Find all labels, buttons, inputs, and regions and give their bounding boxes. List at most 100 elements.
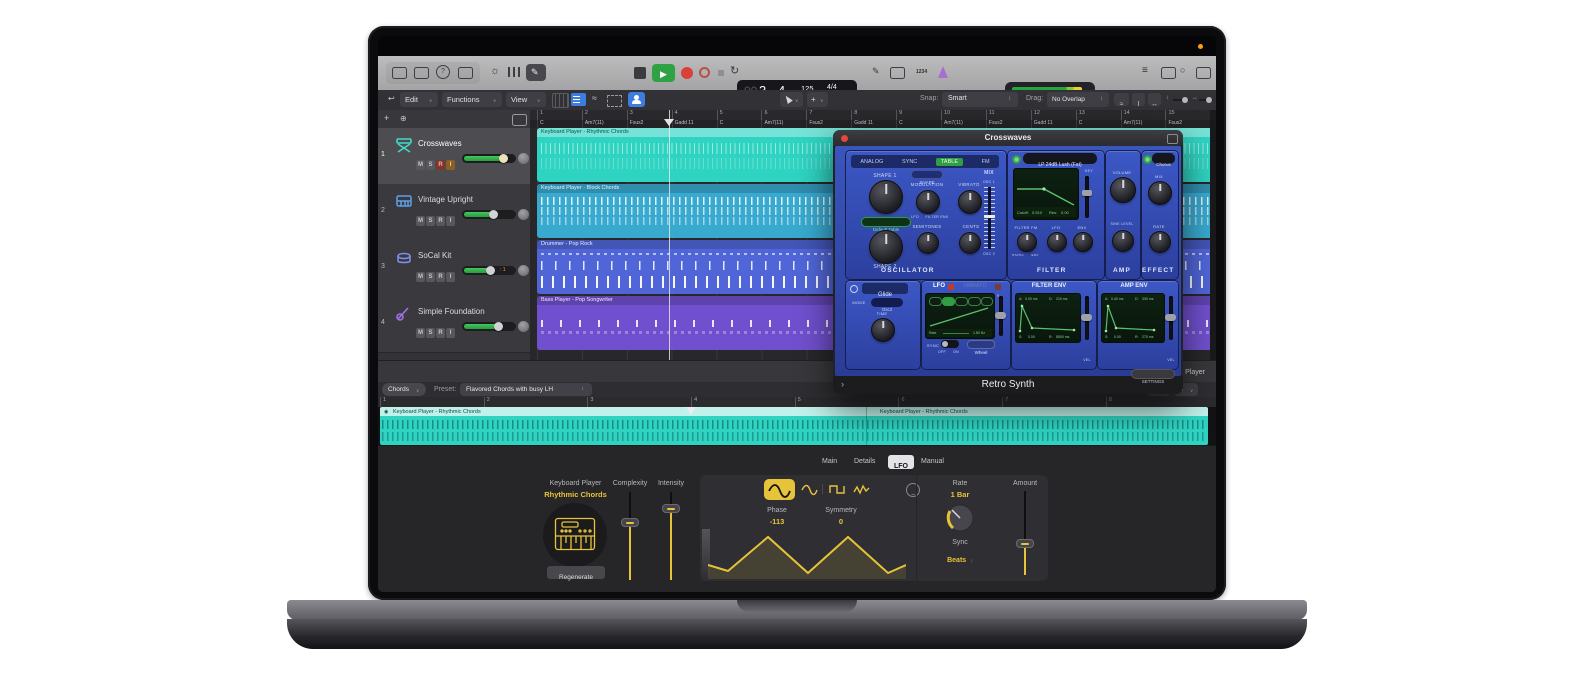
record-enable-button[interactable]: R [436, 216, 445, 226]
toolbar-icon[interactable] [458, 67, 473, 79]
effect-mix-knob[interactable] [1148, 181, 1172, 205]
key-slider[interactable] [1085, 176, 1089, 218]
complexity-thumb[interactable] [621, 518, 639, 527]
solo-button[interactable]: S [426, 160, 435, 170]
library-icon[interactable] [392, 67, 407, 79]
vibrato-rec-badge[interactable]: R [995, 284, 1001, 298]
editor-region-body[interactable] [380, 416, 1208, 445]
intensity-thumb[interactable] [662, 504, 680, 513]
lfo-wave-3[interactable] [955, 297, 968, 306]
solo-button[interactable]: S [426, 272, 435, 282]
filter-display[interactable]: Cutoff: 0.510 Res: 0.00 [1013, 168, 1079, 220]
mute-button[interactable]: M [416, 216, 425, 226]
input-monitor-button[interactable]: I [446, 160, 455, 170]
lfo-rate-row[interactable]: Rate 1.80 Hz [927, 329, 992, 337]
filter-type-select[interactable]: LP 24dB Lush (Fat) [1023, 153, 1097, 168]
count-in-icon[interactable]: 1234 [916, 69, 927, 75]
hzoom-slider[interactable] [1199, 97, 1213, 103]
note-pads-icon[interactable] [1161, 67, 1176, 79]
vzoom-slider[interactable] [1173, 97, 1189, 103]
lfo-rec-badge[interactable]: R [948, 284, 954, 298]
default-table-button[interactable]: Default Table [861, 217, 911, 232]
fenv-vel-thumb[interactable] [1081, 314, 1092, 321]
link-icon[interactable] [1167, 134, 1178, 144]
marquee-icon[interactable] [607, 95, 622, 107]
loop-browser-icon[interactable]: ○ [1180, 65, 1185, 75]
pan-knob[interactable] [518, 265, 529, 276]
volume-knob[interactable] [1110, 177, 1136, 203]
effect-power-icon[interactable] [1143, 155, 1152, 164]
lfo-tab[interactable]: LFO [933, 283, 945, 289]
volume-slider[interactable] [462, 210, 516, 219]
preset-select[interactable]: Flavored Chords with busy LH ↕ [460, 383, 592, 396]
quick-help-icon[interactable]: ? [436, 65, 450, 79]
lfo-wheel-button[interactable]: Wheel [967, 340, 995, 355]
arrange-ruler[interactable]: 12345678910111213141516 [530, 110, 1216, 120]
editor-ruler[interactable]: 12345678 [378, 397, 1216, 407]
filter-lfo-knob[interactable] [1047, 232, 1067, 252]
metronome-icon[interactable] [938, 66, 948, 78]
pencil-icon[interactable]: ✎ [872, 66, 880, 77]
glide-time-knob[interactable] [871, 318, 895, 342]
lfo-display[interactable]: Rate 1.80 Hz [925, 293, 995, 339]
view-menu[interactable]: View ∨ [506, 92, 546, 107]
lfo-wave-2-selected[interactable] [942, 297, 955, 306]
cents-knob[interactable] [959, 232, 981, 254]
functions-menu[interactable]: Functions ∨ [442, 92, 502, 107]
lfo-sync-toggle[interactable] [941, 340, 959, 348]
amp-env-display[interactable]: A: 0.40 ms D: 300 ms S: 0.00 R: 270 ms [1101, 293, 1165, 343]
volume-slider[interactable]: : 1 [462, 266, 516, 275]
replace-icon[interactable] [718, 70, 724, 76]
track-header[interactable]: 1 Crosswaves MSRI [378, 128, 530, 185]
lfo-waveform-display[interactable] [708, 529, 906, 579]
track-zoom-icon[interactable] [512, 114, 527, 126]
phase-value[interactable]: -113 [752, 517, 802, 526]
record-button[interactable] [681, 67, 693, 79]
waveform-zoom-icon[interactable]: ≈ [1114, 93, 1129, 108]
tab-sync[interactable]: SYNC [902, 159, 917, 165]
tab-main[interactable]: Main [822, 458, 837, 465]
volume-slider[interactable] [462, 154, 516, 163]
volume-slider[interactable] [462, 322, 516, 331]
osc-mix-slider[interactable] [984, 187, 995, 249]
scrollbar[interactable] [1210, 110, 1216, 360]
input-monitor-button[interactable]: I [446, 272, 455, 282]
lfo-shape-sine2[interactable] [799, 481, 819, 498]
track-header[interactable]: 2 Vintage Upright MSRI [378, 184, 530, 241]
pointer-tool-menu[interactable]: ∨ [780, 92, 803, 107]
record-enable-button[interactable]: R [436, 160, 445, 170]
filterfm-knob[interactable] [1017, 232, 1037, 252]
tab-manual[interactable]: Manual [921, 458, 944, 465]
secondary-tool-menu[interactable]: + ∨ [807, 92, 828, 107]
editor-region[interactable]: ◉ Keyboard Player - Rhythmic Chords Keyb… [380, 407, 1208, 445]
inspector-icon[interactable] [414, 67, 429, 79]
piano-roll-view-icon[interactable] [571, 93, 586, 106]
symmetry-value[interactable]: 0 [816, 517, 866, 526]
input-monitor-button[interactable]: I [446, 328, 455, 338]
plugin-titlebar[interactable]: Crosswaves [833, 130, 1183, 146]
mute-button[interactable]: M [416, 160, 425, 170]
add-track-button[interactable]: + [384, 113, 389, 123]
playhead-marker[interactable] [664, 119, 674, 126]
glide-mode-select[interactable]: Osc2 [871, 298, 903, 312]
filter-env-display[interactable]: A: 0.00 ms D: 210 ms S: 0.00 R: 8500 ms [1015, 293, 1081, 343]
chord-lane[interactable]: C Am7(11) Fsus2 Gadd 11 C Am7(11) Fsus2 Gadd 11… [530, 120, 1216, 128]
amount-thumb[interactable] [1016, 539, 1034, 548]
regenerate-button[interactable]: Regenerate [547, 566, 605, 581]
player-style-label[interactable]: Rhythmic Chords [528, 490, 623, 499]
lfo-shape-sine-selected[interactable] [764, 479, 795, 500]
stop-button[interactable] [634, 67, 646, 79]
plugin-window[interactable]: Crosswaves ANALOG SYNC TABLE FM SHAPE 1 … [833, 130, 1183, 394]
solo-icon[interactable] [890, 67, 905, 79]
playhead[interactable] [669, 110, 670, 360]
tab-lfo[interactable]: LFO [888, 455, 914, 470]
session-type-menu[interactable]: Chords ∨ [382, 383, 426, 396]
columns-view-icon[interactable] [552, 93, 569, 108]
effect-select[interactable]: Chorus [1152, 153, 1175, 167]
snap-select[interactable]: Smart ↕ [942, 92, 1018, 107]
vibrato-knob[interactable] [958, 190, 982, 214]
cycle-icon[interactable]: ↻ [730, 64, 739, 77]
track-header[interactable]: 3 SoCal Kit MSRI : 1 [378, 240, 530, 297]
capture-record-icon[interactable] [699, 67, 710, 78]
lfo-shape-random[interactable] [851, 481, 871, 498]
